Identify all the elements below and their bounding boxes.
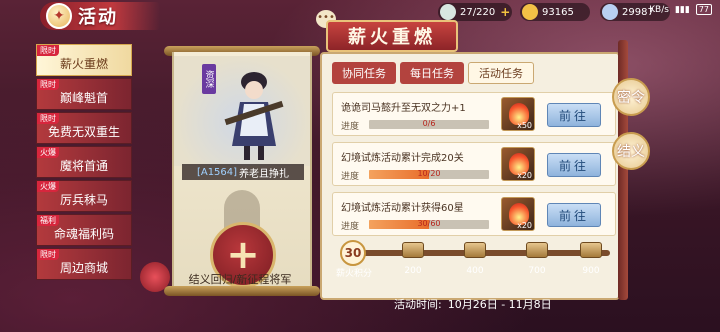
go-button[interactable]: 前往 xyxy=(547,153,601,177)
progress-bar: 30/60 xyxy=(369,220,489,229)
menu-tag: 限时 xyxy=(37,79,59,90)
scroll-caption: 结义回归/新征程将军 xyxy=(188,273,292,286)
menu-tag: 限时 xyxy=(37,113,59,124)
reward-count: x20 xyxy=(517,171,532,180)
menu-tag: 限时 xyxy=(37,249,59,260)
menu-item-5[interactable]: 福利 命魂福利码 xyxy=(36,214,132,246)
gold-value: 93165 xyxy=(542,6,574,18)
menu-tag: 火爆 xyxy=(37,147,59,158)
hero-id: [A1564] xyxy=(196,166,238,178)
progress-bar: 10/20 xyxy=(369,170,489,179)
go-button[interactable]: 前往 xyxy=(547,103,601,127)
system-status: KB/s ▮▮▮ 77 xyxy=(649,4,712,15)
menu-item-label: 免费无双重生 xyxy=(47,124,120,139)
task-title: 幻境试炼活动累计完成20关 xyxy=(341,153,464,164)
menu-item-label: 命魂福利码 xyxy=(53,226,114,241)
menu-item-label: 周边商城 xyxy=(59,260,108,275)
reward-count: x50 xyxy=(517,121,532,130)
reward-item[interactable]: x20 xyxy=(501,147,535,181)
menu-item-4[interactable]: 火爆 厉兵秣马 xyxy=(36,180,132,212)
resource-stamina: 27/220 + xyxy=(438,3,512,21)
chest-icon[interactable] xyxy=(526,242,548,258)
progress-label: 进度 xyxy=(341,122,360,132)
menu-item-label: 魔将首通 xyxy=(59,158,108,173)
time-label: 活动时间: xyxy=(394,298,442,311)
points-progress: 30 薪火积分 200 400 700 900 xyxy=(334,238,614,279)
task-title: 幻境试炼活动累计获得60星 xyxy=(341,203,464,214)
points-value: 30 xyxy=(340,240,366,266)
tab-activity[interactable]: 活动任务 xyxy=(468,62,534,84)
sworn-button[interactable]: 结义 xyxy=(612,132,650,170)
menu-item-2[interactable]: 限时 免费无双重生 xyxy=(36,112,132,144)
hero-scroll: 资深 [A1564] 养老且挣扎 + xyxy=(164,46,320,296)
go-button[interactable]: 前往 xyxy=(547,203,601,227)
milestone-value: 900 xyxy=(582,266,600,276)
time-range: 10月26日 - 11月8日 xyxy=(447,298,552,311)
hero-name-plate: [A1564] 养老且挣扎 xyxy=(182,164,304,180)
menu-tag: 福利 xyxy=(37,215,59,226)
activity-menu: 限时 薪火重燃 限时 巅峰魁首 限时 免费无双重生 火爆 魔将首通 火爆 厉兵秣… xyxy=(36,44,132,292)
page-title: 活动 xyxy=(78,7,118,28)
gem-icon xyxy=(602,4,618,20)
chest-icon[interactable] xyxy=(402,242,424,258)
milestone-value: 700 xyxy=(528,266,546,276)
task-title: 诡诡司马懿升至无双之力+1 xyxy=(341,103,466,114)
network-speed: KB/s xyxy=(649,4,669,15)
stamina-value: 27/220 xyxy=(460,6,496,18)
progress-text: 30/60 xyxy=(417,220,441,228)
menu-item-1[interactable]: 限时 巅峰魁首 xyxy=(36,78,132,110)
milestone-value: 400 xyxy=(466,266,484,276)
resource-gold: 93165 xyxy=(520,3,590,21)
chest-icon[interactable] xyxy=(464,242,486,258)
tab-coop[interactable]: 协同任务 xyxy=(332,62,396,84)
scroll-paper: 资深 [A1564] 养老且挣扎 + xyxy=(172,52,312,290)
signal-icon: ▮▮▮ xyxy=(674,4,690,15)
reward-count: x20 xyxy=(517,221,532,230)
progress-label: 进度 xyxy=(341,172,360,182)
scroll-rod-bottom xyxy=(164,286,320,296)
battery-icon: 77 xyxy=(695,4,712,15)
task-row: 幻境试炼活动累计获得60星 进度 30/60 x20 前往 xyxy=(332,192,616,236)
menu-item-label: 厉兵秣马 xyxy=(59,192,108,207)
activity-badge-icon: ✦ xyxy=(46,3,72,29)
progress-text: 10/20 xyxy=(417,170,441,178)
progress-text: 0/6 xyxy=(422,120,436,128)
tab-daily[interactable]: 每日任务 xyxy=(400,62,464,84)
hero-figure-image xyxy=(224,72,284,160)
menu-tag: 限时 xyxy=(37,45,59,56)
milestone-value: 200 xyxy=(404,266,422,276)
menu-item-0[interactable]: 限时 薪火重燃 xyxy=(36,44,132,76)
progress-bar: 0/6 xyxy=(369,120,489,129)
menu-item-label: 巅峰魁首 xyxy=(59,90,108,105)
reward-item[interactable]: x20 xyxy=(501,197,535,231)
add-stamina-button[interactable]: + xyxy=(500,5,510,19)
activity-time: 活动时间: 10月26日 - 11月8日 xyxy=(394,296,552,312)
reward-item[interactable]: x50 xyxy=(501,97,535,131)
menu-tag: 火爆 xyxy=(37,181,59,192)
task-tabs: 协同任务 每日任务 活动任务 xyxy=(332,62,534,84)
panel-title: 薪火重燃 xyxy=(326,20,458,52)
task-row: 诡诡司马懿升至无双之力+1 进度 0/6 x50 前往 xyxy=(332,92,616,136)
stamina-icon xyxy=(440,4,456,20)
chest-icon[interactable] xyxy=(580,242,602,258)
secret-order-button[interactable]: 密令 xyxy=(612,78,650,116)
menu-item-6[interactable]: 限时 周边商城 xyxy=(36,248,132,280)
menu-item-3[interactable]: 火爆 魔将首通 xyxy=(36,146,132,178)
hero-rank-badge: 资深 xyxy=(202,64,216,94)
menu-item-label: 薪火重燃 xyxy=(59,56,108,71)
task-row: 幻境试炼活动累计完成20关 进度 10/20 x20 前往 xyxy=(332,142,616,186)
gold-icon xyxy=(522,4,538,20)
hero-name: 养老且挣扎 xyxy=(239,168,290,180)
points-label: 薪火积分 xyxy=(336,269,373,279)
activity-logo[interactable]: ✦ 活动 xyxy=(40,2,160,30)
progress-label: 进度 xyxy=(341,222,360,232)
hero-portrait[interactable]: 资深 xyxy=(174,56,310,166)
